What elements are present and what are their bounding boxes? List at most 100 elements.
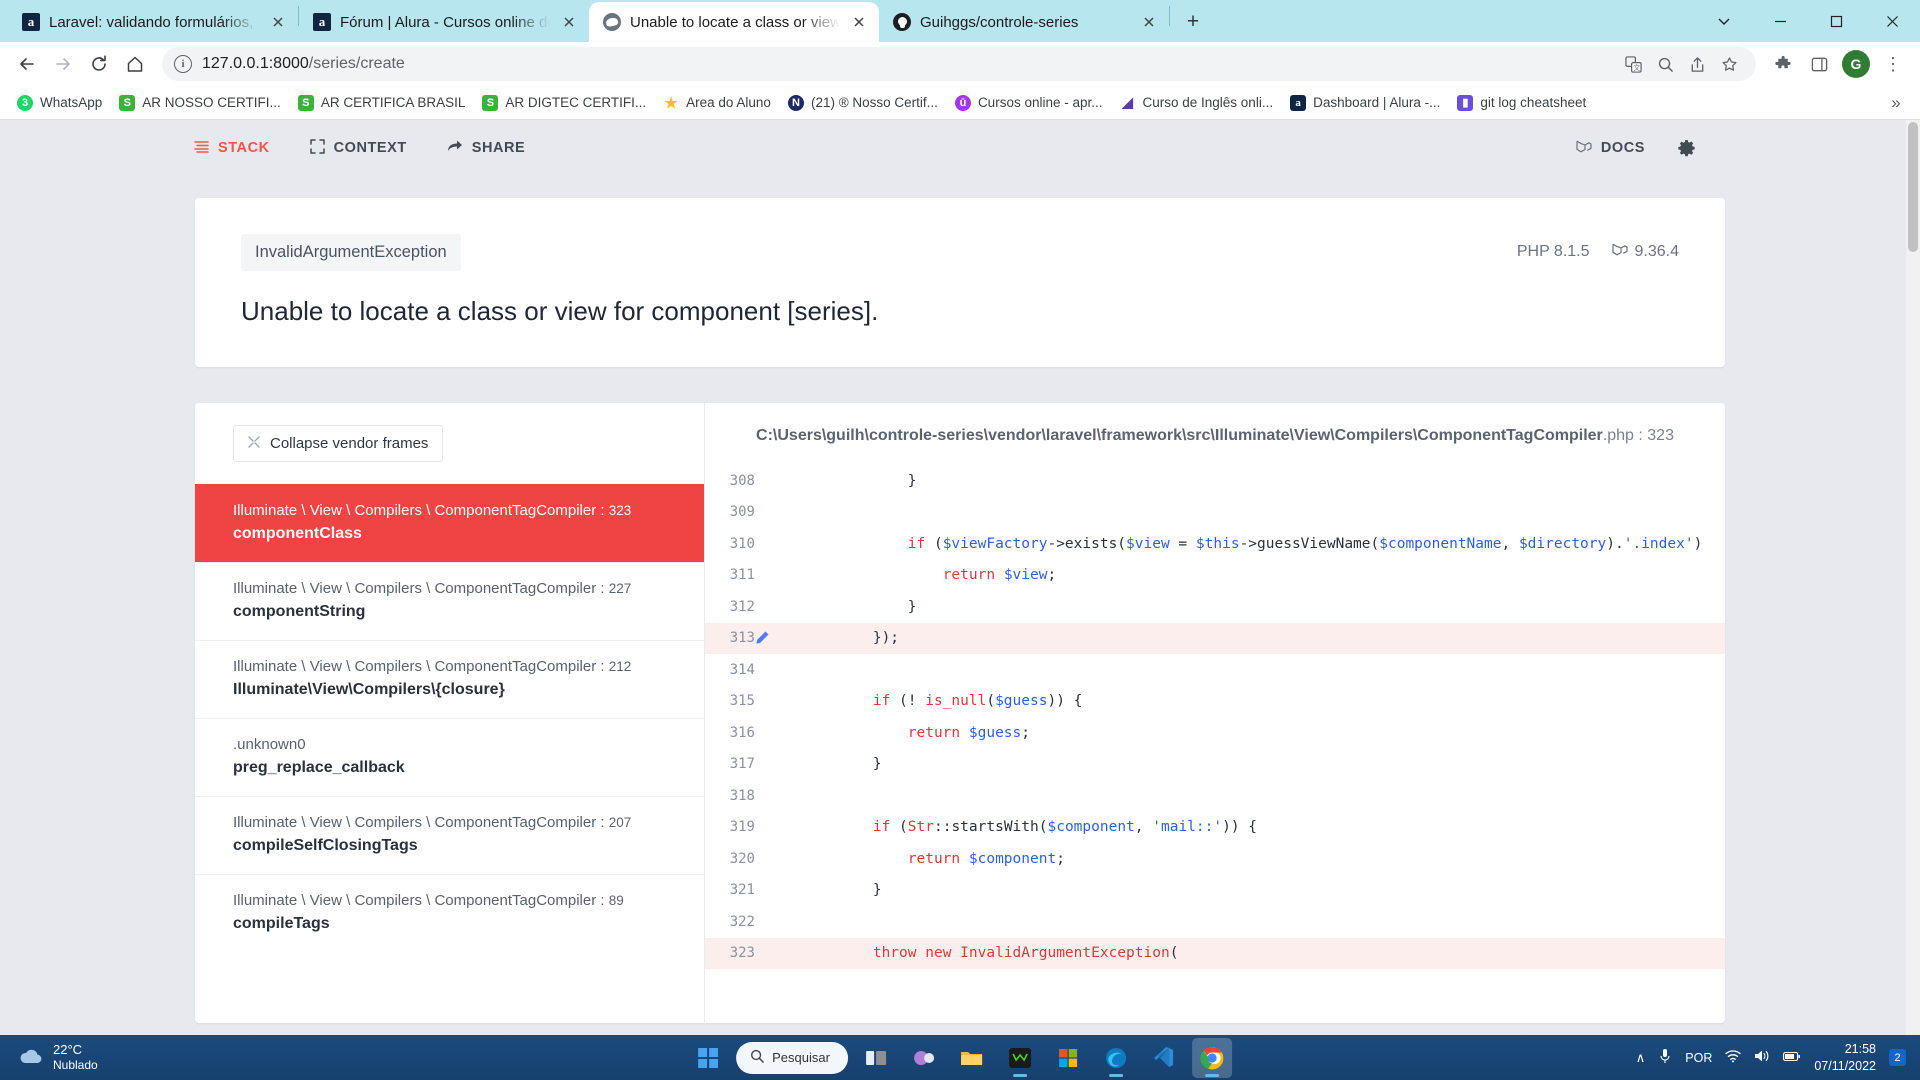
stack-frame-1[interactable]: Illuminate \ View \ Compilers \ Componen… [195, 562, 704, 640]
bookmark-item[interactable]: 3 WhatsApp [10, 91, 109, 115]
cloud-icon [18, 1046, 44, 1069]
exception-message: Unable to locate a class or view for com… [241, 296, 879, 326]
browser-tab-2[interactable]: Unable to locate a class or view f [589, 2, 879, 42]
wifi-icon[interactable] [1725, 1049, 1742, 1066]
bookmark-item[interactable]: ★ Area do Aluno [656, 91, 778, 115]
docs-link[interactable]: DOCS [1576, 139, 1645, 158]
frame-line: 89 [608, 893, 624, 908]
razer-icon[interactable] [1000, 1038, 1040, 1078]
forward-button[interactable] [46, 47, 80, 81]
flare-icon [603, 13, 621, 31]
frame-location: Illuminate \ View \ Compilers \ Componen… [233, 892, 624, 909]
translate-icon[interactable]: 文 [1618, 49, 1648, 79]
close-icon[interactable] [559, 12, 579, 32]
ar-icon: S [482, 94, 499, 111]
edit-pencil-icon[interactable] [755, 630, 771, 646]
tray-expand-icon[interactable]: ∧ [1636, 1050, 1646, 1066]
bookmark-item[interactable]: ◢ Curso de Inglês onli... [1113, 91, 1281, 115]
volume-icon[interactable] [1754, 1049, 1770, 1066]
notification-badge[interactable]: 2 [1889, 1049, 1906, 1066]
minimize-button[interactable] [1752, 0, 1808, 42]
home-button[interactable] [118, 47, 152, 81]
code-line: 318 [705, 780, 1725, 812]
tab-label: STACK [218, 140, 270, 156]
stack-frame-4[interactable]: Illuminate \ View \ Compilers \ Componen… [195, 796, 704, 874]
edge-icon[interactable] [1096, 1038, 1136, 1078]
code-lines: 308 } 309 310 if ($viewFactory->exists($vi… [705, 465, 1725, 969]
file-path-text: C:\Users\guilh\controle-series\vendor\la… [756, 427, 1603, 444]
bookmark-item[interactable]: a Dashboard | Alura -... [1283, 91, 1447, 115]
exception-card: InvalidArgumentException Unable to locat… [195, 198, 1725, 367]
url-host: 127.0.0.1:8000 [202, 55, 309, 72]
close-icon[interactable] [268, 12, 288, 32]
browser-tab-0[interactable]: a Laravel: validando formulários, us [8, 2, 298, 42]
code-line: 317 } [705, 749, 1725, 781]
gear-icon[interactable] [1677, 139, 1696, 158]
search-icon[interactable] [1650, 49, 1680, 79]
site-info-icon[interactable]: i [174, 55, 192, 73]
side-panel-icon[interactable] [1802, 47, 1836, 81]
browser-menu-icon[interactable]: ⋮ [1876, 47, 1910, 81]
address-bar[interactable]: i 127.0.0.1:8000/series/create 文 [162, 47, 1756, 81]
extensions-icon[interactable] [1766, 47, 1800, 81]
bookmarks-overflow-button[interactable]: » [1882, 89, 1910, 117]
start-button[interactable] [688, 1038, 728, 1078]
tab-share[interactable]: SHARE [447, 139, 526, 158]
scrollbar-thumb[interactable] [1908, 122, 1918, 252]
tab-context[interactable]: CONTEXT [309, 138, 407, 158]
microsoft-store-icon[interactable] [1048, 1038, 1088, 1078]
share-icon[interactable] [1682, 49, 1712, 79]
line-number: 318 [729, 787, 755, 804]
code-text: if (Str::startsWith($component, 'mail::'… [872, 819, 1258, 836]
weather-widget[interactable]: 22°C Nublado [0, 1042, 300, 1073]
reload-button[interactable] [82, 47, 116, 81]
bookmark-item[interactable]: S AR DIGTEC CERTIFI... [475, 91, 653, 115]
tab-stack[interactable]: STACK [194, 139, 270, 158]
frame-line: 212 [608, 659, 632, 674]
task-view-icon[interactable] [856, 1038, 896, 1078]
mic-icon[interactable] [1658, 1048, 1672, 1067]
teams-icon[interactable] [904, 1038, 944, 1078]
stack-frame-5[interactable]: Illuminate \ View \ Compilers \ Componen… [195, 874, 704, 952]
back-button[interactable] [10, 47, 44, 81]
code-line: 316 return $guess; [705, 717, 1725, 749]
bookmark-item[interactable]: ū Cursos online - apr... [948, 91, 1110, 115]
profile-avatar[interactable]: G [1842, 50, 1870, 78]
windows-taskbar: 22°C Nublado Pesquisar ∧ POR 21:58 07/11… [0, 1035, 1920, 1080]
search-taskbar-button[interactable]: Pesquisar [736, 1041, 848, 1074]
tab-title: Unable to locate a class or view f [630, 13, 840, 31]
vscode-icon[interactable] [1144, 1038, 1184, 1078]
bookmark-item[interactable]: ▮ git log cheatsheet [1450, 91, 1593, 115]
bookmark-item[interactable]: N (21) ® Nosso Certif... [781, 91, 945, 115]
file-explorer-icon[interactable] [952, 1038, 992, 1078]
browser-tab-1[interactable]: a Fórum | Alura - Cursos online de [299, 2, 589, 42]
stack-frame-0[interactable]: Illuminate \ View \ Compilers \ Componen… [195, 484, 704, 562]
chevron-down-icon[interactable] [1696, 0, 1752, 42]
collapse-bar: Collapse vendor frames [195, 403, 704, 484]
php-version-label: PHP 8.1.5 [1516, 243, 1590, 260]
language-indicator[interactable]: POR [1685, 1051, 1712, 1065]
browser-tab-3[interactable]: Guihggs/controle-series [879, 2, 1169, 42]
bookmark-item[interactable]: S AR NOSSO CERTIFI... [112, 91, 288, 115]
frame-method: componentClass [233, 525, 362, 542]
chrome-icon[interactable] [1191, 1037, 1232, 1078]
close-icon[interactable] [849, 12, 869, 32]
maximize-button[interactable] [1808, 0, 1864, 42]
collapse-vendor-frames-button[interactable]: Collapse vendor frames [233, 425, 444, 462]
close-icon[interactable] [1139, 12, 1159, 32]
close-button[interactable] [1864, 0, 1920, 42]
stack-frame-3[interactable]: .unknown0 preg_replace_callback [195, 718, 704, 796]
line-number: 321 [729, 882, 755, 899]
page-scrollbar[interactable] [1906, 120, 1920, 1035]
alura-icon: a [22, 13, 40, 31]
line-number: 310 [729, 535, 755, 552]
code-text: } [803, 756, 882, 773]
stack-frame-2[interactable]: Illuminate \ View \ Compilers \ Componen… [195, 640, 704, 718]
new-tab-button[interactable]: + [1178, 7, 1208, 37]
frame-line: 323 [608, 503, 632, 518]
taskbar-clock[interactable]: 21:58 07/11/2022 [1814, 1041, 1876, 1074]
battery-icon[interactable] [1783, 1050, 1801, 1066]
star-icon[interactable] [1714, 49, 1744, 79]
bookmark-item[interactable]: S AR CERTIFICA BRASIL [291, 91, 473, 115]
share-icon [447, 139, 463, 158]
